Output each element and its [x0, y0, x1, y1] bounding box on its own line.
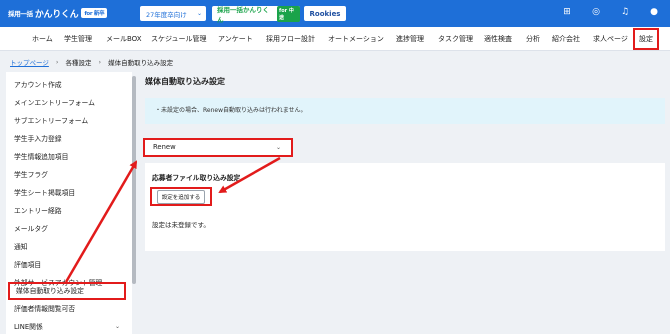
sidebar-item-main-entry-form[interactable]: メインエントリーフォーム — [6, 94, 130, 112]
nav-survey[interactable]: アンケート — [218, 27, 253, 51]
breadcrumb: トップページ › 各種設定 › 媒体自動取り込み設定 — [10, 56, 173, 68]
year-select-value: 27年度卒向け — [146, 10, 187, 19]
breadcrumb-current: 媒体自動取り込み設定 — [108, 59, 174, 67]
sidebar-item-notifications[interactable]: 通知 — [6, 238, 130, 256]
sidebar-item-student-flags[interactable]: 学生フラグ — [6, 166, 130, 184]
sidebar-item-student-extra-fields[interactable]: 学生情報追加項目 — [6, 148, 130, 166]
sidebar-item-line[interactable]: LINE関係 ⌄ — [6, 318, 130, 334]
rookies-label: Rookies — [309, 9, 341, 18]
year-select[interactable]: 27年度卒向け ⌄ — [140, 6, 206, 21]
nav-settings[interactable]: 設定 — [633, 28, 659, 50]
logo-prefix: 採用一括 — [8, 10, 33, 18]
settings-sidebar: アカウント作成 メインエントリーフォーム サブエントリーフォーム 学生手入力登録… — [6, 72, 134, 334]
sidebar-item-mail-tags[interactable]: メールタグ — [6, 220, 130, 238]
rookies-link[interactable]: Rookies — [304, 6, 346, 21]
media-select[interactable]: Renew ⌄ — [143, 138, 293, 157]
add-setting-button-highlight: 設定を追加する — [150, 187, 212, 206]
bell-icon[interactable]: ♫ — [619, 7, 631, 17]
sidebar-item-media-import[interactable]: 媒体自動取り込み設定 — [8, 282, 126, 300]
midcareer-app-badge: for 中途 — [277, 5, 300, 22]
info-notice: ・未設定の場合、Renew自動取り込みは行われません。 — [145, 98, 665, 124]
panel-title: 応募者ファイル取り込み設定 — [152, 174, 241, 182]
nav-automation[interactable]: オートメーション — [328, 27, 384, 51]
breadcrumb-top[interactable]: トップページ — [10, 57, 49, 67]
empty-state-text: 設定は未登録です。 — [152, 221, 210, 229]
logo-badge: for 新卒 — [81, 8, 108, 18]
main-nav: ホーム 学生管理 メールBOX スケジュール管理 アンケート 採用フロー設計 オ… — [0, 27, 670, 51]
sidebar-item-account[interactable]: アカウント作成 — [6, 76, 130, 94]
page-title: 媒体自動取り込み設定 — [145, 77, 225, 86]
nav-mailbox[interactable]: メールBOX — [106, 27, 142, 51]
support-icon[interactable]: ◎ — [590, 7, 602, 17]
chevron-down-icon: ⌄ — [196, 10, 202, 17]
grid-icon[interactable]: ⊞ — [561, 7, 573, 17]
sidebar-item-entry-route[interactable]: エントリー経路 — [6, 202, 130, 220]
sidebar-item-line-label: LINE関係 — [14, 323, 43, 331]
sidebar-item-manual-registration[interactable]: 学生手入力登録 — [6, 130, 130, 148]
nav-analysis[interactable]: 分析 — [526, 27, 540, 51]
top-header: 採用一括 かんりくん for 新卒 27年度卒向け ⌄ 採用一括かんりくん fo… — [0, 0, 670, 27]
sidebar-item-student-sheet[interactable]: 学生シート掲載項目 — [6, 184, 130, 202]
user-icon[interactable]: ● — [648, 7, 660, 17]
nav-job-page[interactable]: 求人ページ — [593, 27, 628, 51]
add-setting-button[interactable]: 設定を追加する — [156, 189, 206, 204]
nav-students[interactable]: 学生管理 — [64, 27, 92, 51]
chevron-down-icon: ⌄ — [114, 323, 120, 330]
nav-aptitude[interactable]: 適性検査 — [484, 27, 512, 51]
breadcrumb-settings: 各種設定 — [65, 59, 92, 67]
midcareer-app-label: 採用一括かんりくん — [217, 5, 269, 24]
chevron-down-icon: ⌄ — [275, 144, 281, 151]
nav-recruit-flow[interactable]: 採用フロー設計 — [266, 27, 315, 51]
logo-text: かんりくん — [34, 9, 79, 20]
nav-progress[interactable]: 進捗管理 — [396, 27, 424, 51]
nav-agencies[interactable]: 紹介会社 — [552, 27, 580, 51]
media-select-value: Renew — [153, 143, 176, 151]
chevron-right-icon: › — [98, 58, 102, 66]
midcareer-app-link[interactable]: 採用一括かんりくん for 中途 — [212, 5, 300, 24]
sidebar-item-evaluator-visibility[interactable]: 評価者情報閲覧可否 — [6, 300, 130, 318]
nav-home[interactable]: ホーム — [32, 27, 53, 51]
nav-schedule[interactable]: スケジュール管理 — [151, 27, 207, 51]
app-logo[interactable]: 採用一括 かんりくん for 新卒 — [8, 6, 108, 20]
sidebar-item-evaluation[interactable]: 評価項目 — [6, 256, 130, 274]
chevron-right-icon: › — [55, 58, 59, 66]
header-icons: ⊞ ◎ ♫ ● — [561, 7, 660, 17]
sidebar-item-sub-entry-form[interactable]: サブエントリーフォーム — [6, 112, 130, 130]
nav-tasks[interactable]: タスク管理 — [438, 27, 473, 51]
sidebar-scrollbar[interactable] — [132, 76, 136, 284]
